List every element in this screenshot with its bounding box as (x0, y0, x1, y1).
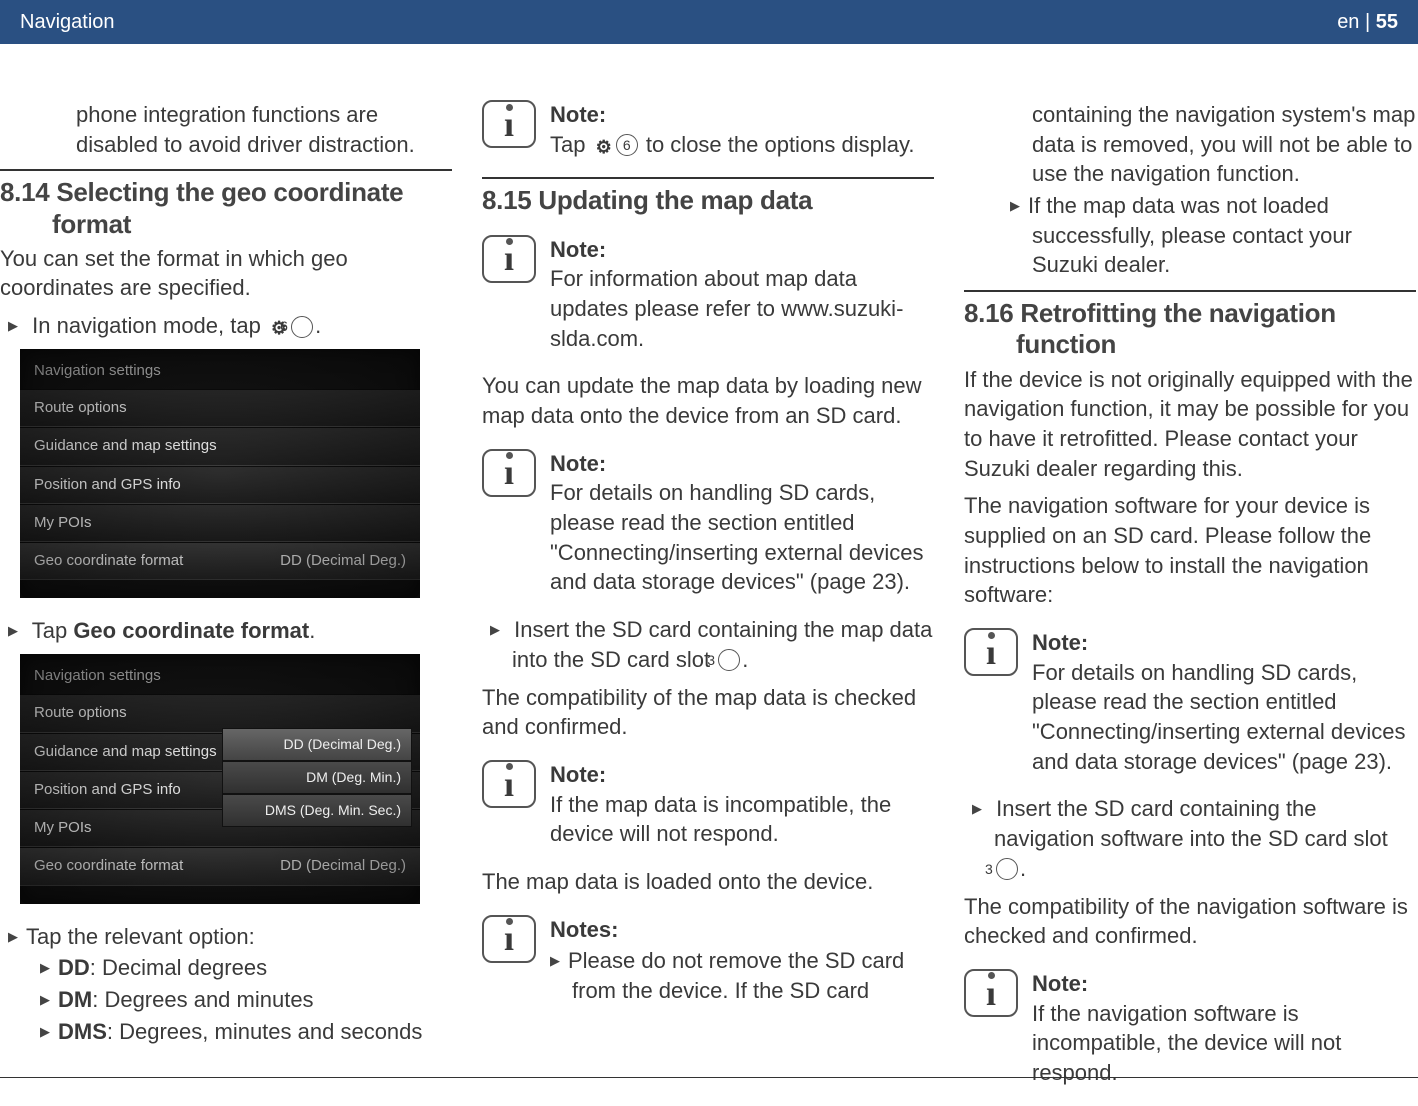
menu-route-options[interactable]: Route options (20, 694, 420, 732)
note-text: If the map data is incompatible, the dev… (550, 790, 934, 849)
step-insert-sd-map: Insert the SD card containing the map da… (482, 615, 934, 674)
section-8-16-title: 8.16 Retrofitting the navigation functio… (964, 298, 1416, 360)
gear-icon (592, 132, 614, 157)
continued-text: phone integration functions are disabled… (0, 100, 452, 159)
note-title: Note: (550, 449, 934, 479)
section-rule (482, 177, 934, 179)
section-8-14-title: 8.14 Selecting the geo coordinate format (0, 177, 452, 239)
screenshot-nav-settings-1: Navigation settings Route options Guidan… (20, 349, 420, 599)
intro-text: You can set the format in which geo coor… (0, 244, 452, 303)
ref-6-icon: 6 (291, 316, 313, 338)
note-map-updates-url: ı Note: For information about map data u… (482, 235, 934, 354)
para-compat-check: The compatibility of the map data is che… (482, 683, 934, 742)
shot-title: Navigation settings (20, 664, 420, 694)
step-insert-sd-nav: Insert the SD card containing the naviga… (964, 794, 1416, 883)
section-8-15-title: 8.15 Updating the map data (482, 185, 934, 216)
notes-do-not-remove: ı Notes: Please do not remove the SD car… (482, 915, 934, 1008)
ref-6-icon: 6 (616, 134, 638, 156)
shot-title: Navigation settings (20, 359, 420, 389)
para-nav-compat: The compatibility of the navigation soft… (964, 892, 1416, 951)
option-dd-desc: DD: Decimal degrees (0, 953, 452, 983)
column-1: phone integration functions are disabled… (0, 100, 452, 1106)
note-title: Note: (1032, 969, 1416, 999)
note-text: For information about map data updates p… (550, 264, 934, 353)
menu-my-pois[interactable]: My POIs (20, 504, 420, 542)
info-icon: ı (964, 628, 1018, 676)
section-rule (0, 169, 452, 171)
footer-rule (0, 1077, 1418, 1078)
continued-note-2: If the map data was not loaded successfu… (964, 191, 1416, 280)
info-icon: ı (482, 100, 536, 148)
option-dd[interactable]: DD (Decimal Deg.) (222, 728, 412, 761)
column-2: ı Note: Tap 6 to close the options displ… (482, 100, 934, 1106)
note-text: For details on handling SD cards, please… (1032, 658, 1416, 777)
note-title: Note: (550, 235, 934, 265)
para-retrofit-intro: If the device is not originally equipped… (964, 365, 1416, 484)
page-content: phone integration functions are disabled… (0, 44, 1418, 1106)
menu-geo-coord-format[interactable]: Geo coordinate format DD (Decimal Deg.) (20, 542, 420, 580)
step-tap-geo: Tap Geo coordinate format. (0, 616, 452, 646)
menu-guidance-map[interactable]: Guidance and map settings (20, 427, 420, 465)
note-incompatible-nav: ı Note: If the navigation software is in… (964, 969, 1416, 1088)
info-icon: ı (964, 969, 1018, 1017)
ref-3-icon: 3 (996, 858, 1018, 880)
continued-note-1: containing the navigation system's map d… (964, 100, 1416, 189)
column-3: containing the navigation system's map d… (964, 100, 1416, 1106)
menu-route-options[interactable]: Route options (20, 389, 420, 427)
info-icon: ı (482, 760, 536, 808)
note-title: Note: (550, 760, 934, 790)
para-map-loaded: The map data is loaded onto the device. (482, 867, 934, 897)
note-title: Notes: (550, 915, 934, 945)
option-dms-desc: DMS: Degrees, minutes and seconds (0, 1017, 452, 1047)
geo-format-popup: DD (Decimal Deg.) DM (Deg. Min.) DMS (De… (222, 728, 412, 827)
page-header: Navigation en | 55 (0, 0, 1418, 44)
note-title: Note: (1032, 628, 1416, 658)
ref-3-icon: 3 (718, 649, 740, 671)
note-close-options: ı Note: Tap 6 to close the options displ… (482, 100, 934, 159)
option-dm[interactable]: DM (Deg. Min.) (222, 761, 412, 794)
step-nav-mode: In navigation mode, tap 6. (0, 311, 452, 341)
step-tap-option: Tap the relevant option: (0, 922, 452, 952)
option-dm-desc: DM: Degrees and minutes (0, 985, 452, 1015)
section-rule (964, 290, 1416, 292)
header-title: Navigation (20, 11, 115, 34)
note-sd-handling: ı Note: For details on handling SD cards… (482, 449, 934, 597)
note-incompatible-map: ı Note: If the map data is incompatible,… (482, 760, 934, 849)
option-dms[interactable]: DMS (Deg. Min. Sec.) (222, 794, 412, 827)
note-bullet: Please do not remove the SD card from th… (550, 946, 934, 1005)
para-nav-sd: The navigation software for your device … (964, 491, 1416, 610)
page-indicator: en | 55 (1337, 11, 1398, 34)
info-icon: ı (482, 235, 536, 283)
para-update-map: You can update the map data by loading n… (482, 371, 934, 430)
menu-geo-coord-format[interactable]: Geo coordinate format DD (Decimal Deg.) (20, 847, 420, 885)
info-icon: ı (482, 915, 536, 963)
note-title: Note: (550, 100, 915, 130)
note-text: For details on handling SD cards, please… (550, 478, 934, 597)
note-text: Tap 6 to close the options display. (550, 130, 915, 160)
menu-position-gps[interactable]: Position and GPS info (20, 466, 420, 504)
note-text: If the navigation software is incompatib… (1032, 999, 1416, 1088)
screenshot-nav-settings-2: Navigation settings Route options Guidan… (20, 654, 420, 904)
note-sd-handling-2: ı Note: For details on handling SD cards… (964, 628, 1416, 776)
info-icon: ı (482, 449, 536, 497)
